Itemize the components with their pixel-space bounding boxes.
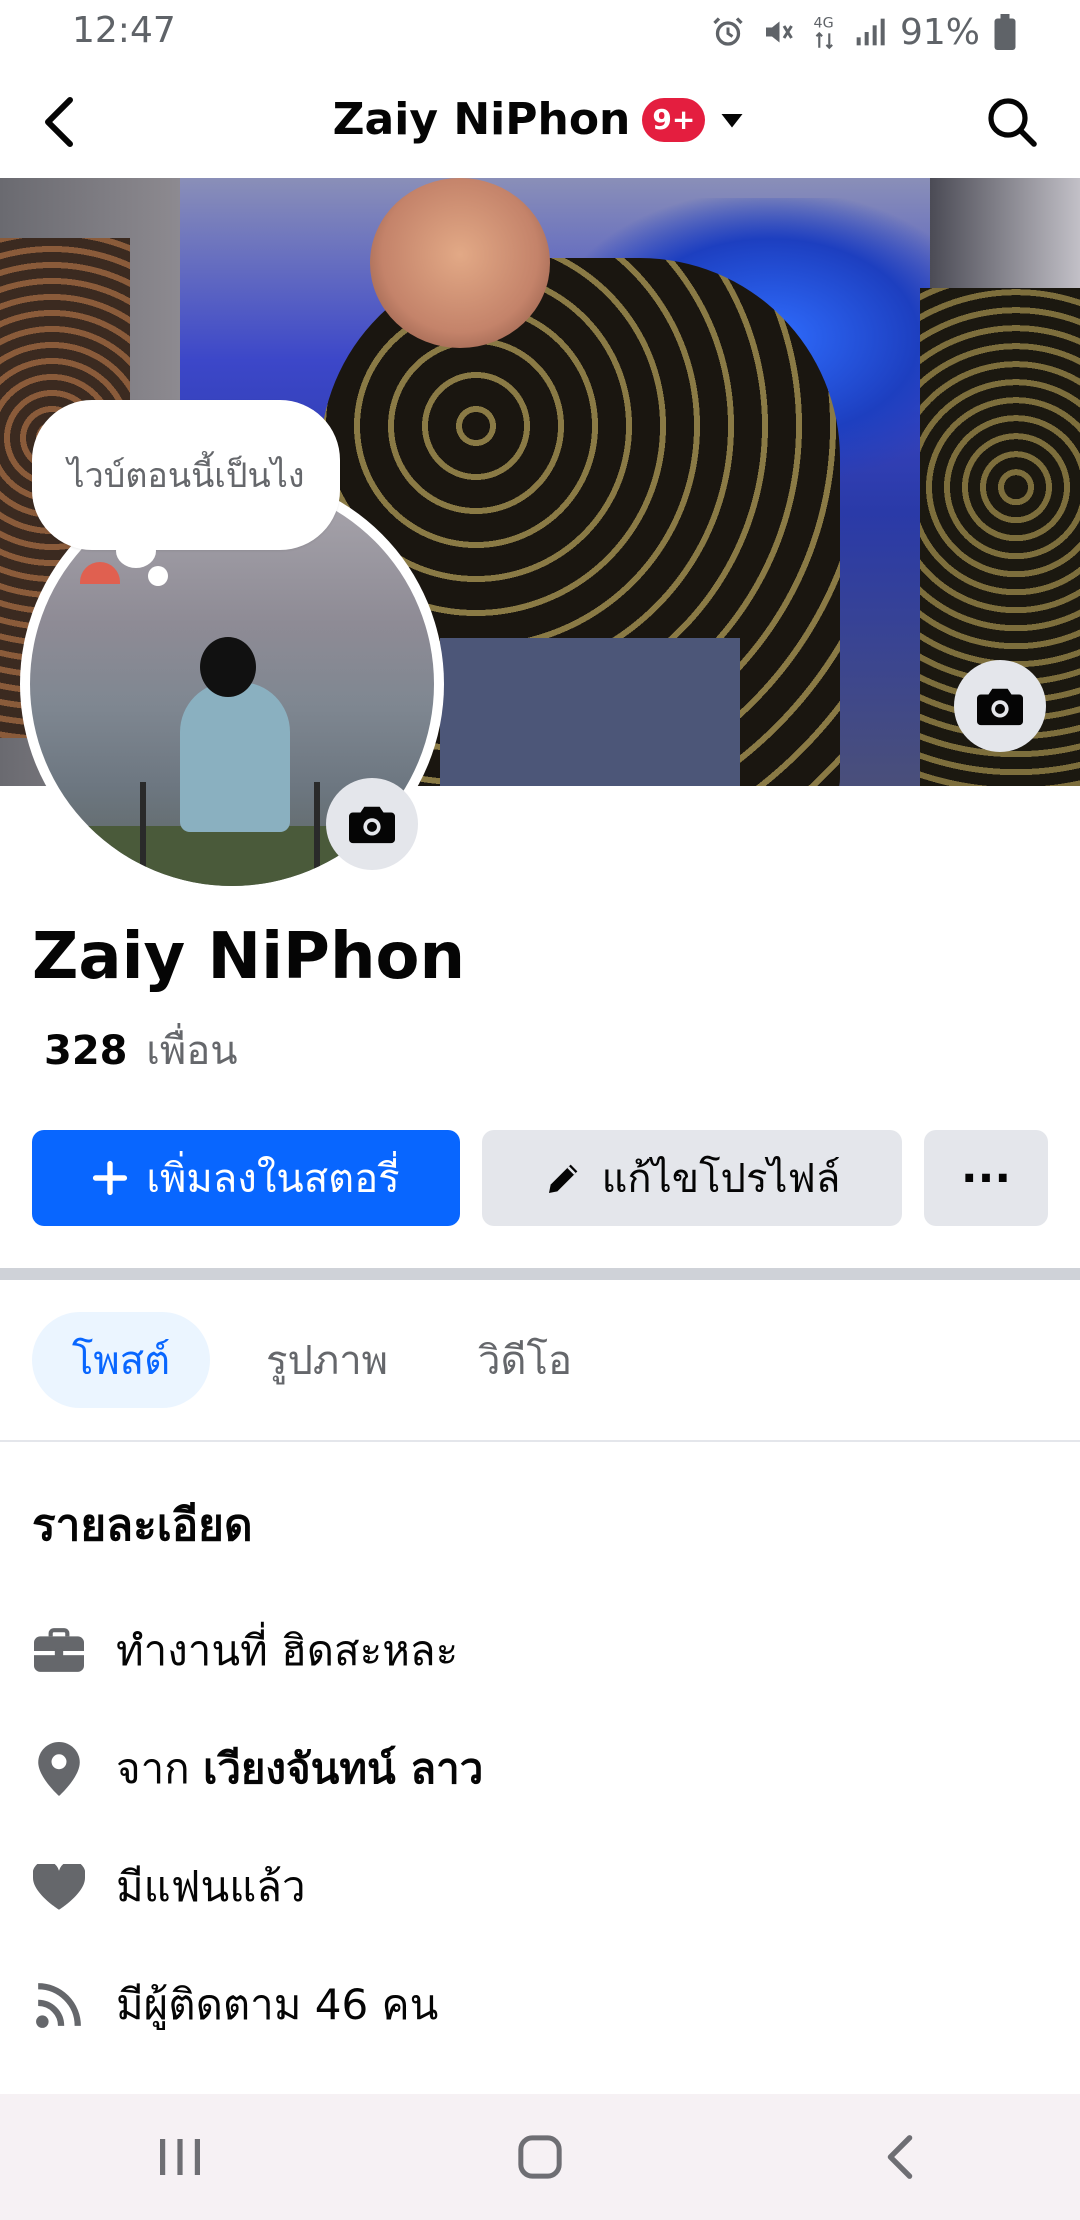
more-options-button[interactable]: ··· xyxy=(924,1130,1048,1226)
briefcase-icon xyxy=(32,1624,86,1678)
followers-text: มีผู้ติดตาม 46 คน xyxy=(116,1980,439,2029)
camera-icon xyxy=(349,806,395,844)
avatar-person-head xyxy=(200,637,256,697)
detail-relationship[interactable]: มีแฟนแล้ว xyxy=(32,1852,306,1922)
hometown-prefix: จาก xyxy=(116,1744,190,1793)
page-title: Zaiy NiPhon xyxy=(332,94,631,145)
tab-videos[interactable]: วิดีโอ xyxy=(440,1312,610,1408)
relationship-text: มีแฟนแล้ว xyxy=(116,1862,306,1911)
detail-followers[interactable]: มีผู้ติดตาม 46 คน xyxy=(32,1970,438,2040)
detail-hometown[interactable]: จาก เวียงจันทน์ ลาว xyxy=(32,1734,483,1804)
search-button[interactable] xyxy=(980,90,1044,154)
alarm-icon xyxy=(710,14,746,50)
top-nav: Zaiy NiPhon 9+ xyxy=(0,66,1080,178)
edit-profile-picture-button[interactable] xyxy=(326,778,418,870)
profile-name: Zaiy NiPhon xyxy=(32,920,466,994)
avatar-person xyxy=(180,682,290,832)
more-icon: ··· xyxy=(960,1152,1012,1204)
profile-switcher[interactable]: Zaiy NiPhon 9+ xyxy=(0,94,1080,145)
signal-icon xyxy=(854,16,886,48)
avatar-sunset xyxy=(80,562,120,584)
details-heading: รายละเอียด xyxy=(32,1500,253,1551)
battery-icon xyxy=(994,14,1016,50)
edit-cover-button[interactable] xyxy=(954,660,1046,752)
battery-percent: 91% xyxy=(899,11,980,53)
section-divider xyxy=(0,1268,1080,1280)
status-time: 12:47 xyxy=(72,10,176,51)
caret-down-icon xyxy=(721,113,743,127)
friends-label: เพื่อน xyxy=(146,1028,238,1074)
bubble-tail xyxy=(116,534,156,568)
work-text: ทำงานที่ ฮิดสะหละ xyxy=(116,1626,459,1675)
rss-icon xyxy=(32,1978,86,2032)
notification-badge: 9+ xyxy=(642,97,706,142)
status-bar: 12:47 4G 91% xyxy=(0,0,1080,66)
cover-person-pants xyxy=(440,638,740,786)
heart-icon xyxy=(32,1860,86,1914)
edit-profile-button[interactable]: แก้ไขโปรไฟล์ xyxy=(482,1130,902,1226)
add-to-story-button[interactable]: เพิ่มลงในสตอรี่ xyxy=(32,1130,460,1226)
mute-icon xyxy=(760,14,796,50)
location-pin-icon xyxy=(32,1742,86,1796)
profile-tabs: โพสต์ รูปภาพ วิดีโอ xyxy=(0,1312,1080,1412)
system-back-button[interactable] xyxy=(840,2112,960,2202)
status-icons: 4G 91% xyxy=(710,8,1016,56)
plus-icon xyxy=(93,1160,128,1196)
status-note-text: ไวบ์ตอนนี้เป็นไง xyxy=(67,456,305,496)
svg-text:4G: 4G xyxy=(814,16,834,32)
friends-link[interactable]: 328 เพื่อน xyxy=(44,1018,238,1082)
status-note-bubble[interactable]: ไวบ์ตอนนี้เป็นไง xyxy=(32,400,340,550)
tab-posts[interactable]: โพสต์ xyxy=(32,1312,210,1408)
recent-apps-button[interactable] xyxy=(120,2112,240,2202)
add-to-story-label: เพิ่มลงในสตอรี่ xyxy=(146,1156,400,1202)
hometown-text: จาก เวียงจันทน์ ลาว xyxy=(116,1736,483,1802)
tab-photos[interactable]: รูปภาพ xyxy=(232,1312,422,1408)
hometown-place: เวียงจันทน์ ลาว xyxy=(202,1744,484,1793)
bubble-tail-small xyxy=(148,566,168,586)
pencil-icon xyxy=(548,1164,577,1193)
camera-icon xyxy=(977,688,1023,726)
recent-apps-icon xyxy=(160,2139,200,2175)
tabs-divider xyxy=(0,1440,1080,1442)
detail-work[interactable]: ทำงานที่ ฮิดสะหละ xyxy=(32,1616,458,1686)
home-button[interactable] xyxy=(480,2112,600,2202)
system-back-icon xyxy=(887,2135,913,2179)
edit-profile-label: แก้ไขโปรไฟล์ xyxy=(601,1156,841,1202)
4g-icon: 4G xyxy=(810,12,840,52)
friends-count: 328 xyxy=(44,1028,128,1074)
home-icon xyxy=(518,2135,562,2179)
system-nav-bar xyxy=(0,2094,1080,2220)
cover-person-face xyxy=(370,178,550,348)
search-icon xyxy=(988,98,1037,147)
